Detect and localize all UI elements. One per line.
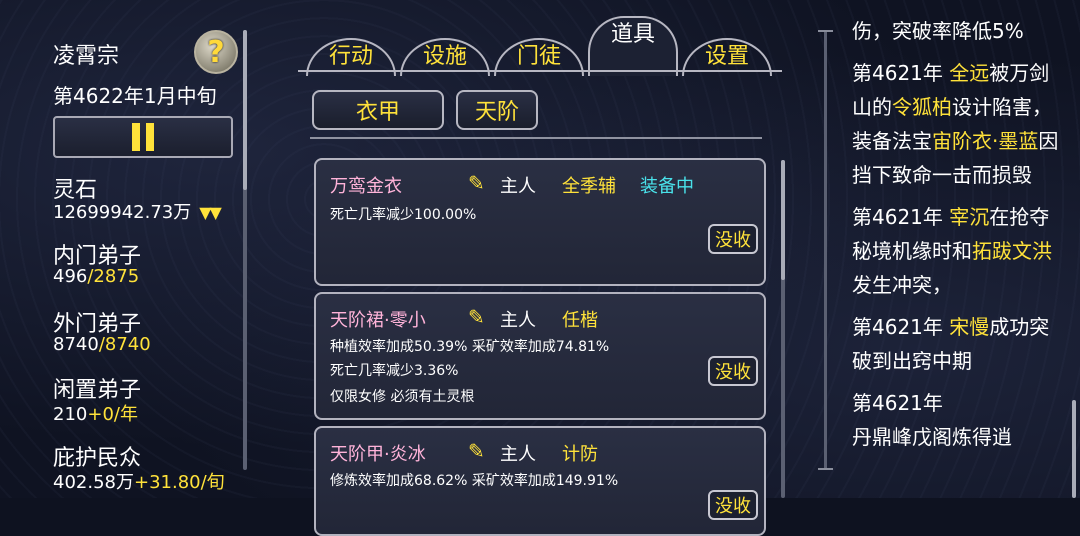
item-holder: 任楷: [562, 310, 598, 331]
item-effect: 死亡几率减少100.00%: [330, 207, 477, 223]
tab-divider: [298, 70, 782, 72]
item-effect: 死亡几率减少3.36%: [330, 363, 459, 379]
game-date: 第4622年1月中旬: [53, 84, 217, 108]
confiscate-button[interactable]: 没收: [708, 224, 758, 254]
log-entry: 第4621年 宋慢成功突破到出窍中期: [852, 315, 1050, 373]
item-card[interactable]: 天阶裙·零小 ✎ 主人 任楷 种植效率加成50.39% 采矿效率加成74.81%…: [314, 292, 766, 420]
log-entry: 伤，突破率降低5%: [852, 19, 1024, 43]
pencil-icon[interactable]: ✎: [468, 439, 485, 463]
sect-status-panel: 凌霄宗 ? 第4622年1月中旬 灵石 12699942.73万 ▼▼ 内门弟子 …: [0, 0, 260, 498]
protected-people-value: 402.58万+31.80/旬: [53, 472, 225, 493]
item-holder: 全季辅: [562, 176, 616, 197]
item-name: 天阶甲·炎冰: [330, 444, 426, 465]
log-scrollbar-thumb[interactable]: [1072, 400, 1076, 498]
item-owner: 主人: [500, 444, 536, 465]
event-log: 伤，突破率降低5% 第4621年 全远被万剑山的令狐柏设计陷害，装备法宝宙阶衣·…: [852, 14, 1062, 454]
item-holder: 计防: [562, 444, 598, 465]
confiscate-button[interactable]: 没收: [708, 490, 758, 520]
pencil-icon[interactable]: ✎: [468, 305, 485, 329]
items-scrollbar[interactable]: [781, 160, 785, 498]
main-tabs: 行动 设施 门徒 道具 设置: [298, 6, 780, 76]
log-divider: [818, 30, 833, 470]
filter-armor-button[interactable]: 衣甲: [312, 90, 444, 130]
question-icon: ?: [207, 34, 225, 70]
filter-divider: [310, 137, 762, 139]
item-name: 天阶裙·零小: [330, 310, 426, 331]
item-owner: 主人: [500, 310, 536, 331]
equipped-status: 装备中: [640, 176, 694, 197]
items-scrollbar-thumb[interactable]: [781, 160, 785, 280]
sect-name: 凌霄宗: [53, 44, 120, 69]
item-effect: 种植效率加成50.39% 采矿效率加成74.81%: [330, 339, 610, 355]
item-name: 万鸾金衣: [330, 176, 402, 197]
tab-items[interactable]: 道具: [588, 12, 678, 76]
inner-disciples-value: 496/2875: [53, 266, 140, 287]
log-entry: 第4621年 宰沉在抢夺秘境机缘时和拓跋文洪发生冲突，: [852, 205, 1052, 297]
help-button[interactable]: ?: [194, 30, 238, 74]
trend-down-icon: ▼▼: [199, 203, 222, 222]
pause-button[interactable]: [53, 116, 233, 158]
item-owner: 主人: [500, 176, 536, 197]
item-requirement: 仅限女修 必须有土灵根: [330, 389, 475, 405]
item-card[interactable]: 万鸾金衣 ✎ 主人 全季辅 装备中 死亡几率减少100.00% 没收: [314, 158, 766, 286]
pencil-icon[interactable]: ✎: [468, 171, 485, 195]
left-scrollbar-thumb[interactable]: [243, 30, 247, 190]
log-entry: 第4621年 全远被万剑山的令狐柏设计陷害，装备法宝宙阶衣·墨蓝因挡下致命一击而…: [852, 61, 1059, 187]
idle-disciples-value: 210+0/年: [53, 404, 138, 425]
spirit-stone-value: 12699942.73万 ▼▼: [53, 202, 222, 223]
log-entry: 第4621年 丹鼎峰戊阁炼得逍: [852, 391, 1012, 449]
item-card[interactable]: 天阶甲·炎冰 ✎ 主人 计防 修炼效率加成68.62% 采矿效率加成149.91…: [314, 426, 766, 536]
pause-icon: [132, 123, 154, 151]
filter-tier-button[interactable]: 天阶: [456, 90, 538, 130]
left-scrollbar[interactable]: [243, 30, 247, 470]
item-effect: 修炼效率加成68.62% 采矿效率加成149.91%: [330, 473, 619, 489]
outer-disciples-value: 8740/8740: [53, 334, 151, 355]
confiscate-button[interactable]: 没收: [708, 356, 758, 386]
